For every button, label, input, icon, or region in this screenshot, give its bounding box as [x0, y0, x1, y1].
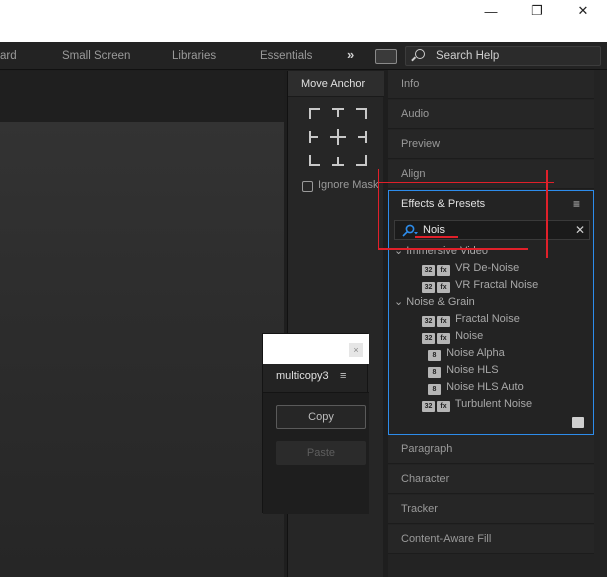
minimize-icon: — [484, 3, 498, 19]
copy-button[interactable]: Copy [276, 405, 366, 429]
clear-search-icon[interactable]: ✕ [575, 221, 585, 239]
move-anchor-title[interactable]: Move Anchor [288, 71, 384, 97]
bpc-32-icon: 32 [422, 316, 435, 327]
bpc-32-icon: 32 [422, 265, 435, 276]
fx-icon: fx [437, 282, 450, 293]
fx-icon: fx [437, 316, 450, 327]
panel-audio[interactable]: Audio [388, 100, 594, 129]
bpc-8-icon: 8 [428, 384, 441, 395]
fx-icon: fx [437, 265, 450, 276]
panel-paragraph[interactable]: Paragraph [388, 435, 594, 464]
effect-label: Noise HLS [446, 364, 499, 376]
effect-item[interactable]: 32 fx Fractal Noise [422, 311, 532, 328]
search-help-placeholder: Search Help [436, 50, 500, 62]
close-icon[interactable]: × [349, 343, 363, 357]
bpc-8-icon: 8 [428, 367, 441, 378]
close-window-button[interactable]: ✕ [560, 0, 606, 22]
bpc-32-icon: 32 [422, 333, 435, 344]
anchor-grid-icon[interactable] [308, 107, 368, 167]
effect-item[interactable]: 32 fx Turbulent Noise [422, 396, 532, 413]
bpc-32-icon: 32 [422, 282, 435, 293]
effect-label: Fractal Noise [455, 313, 520, 325]
panel-preview[interactable]: Preview [388, 130, 594, 159]
multicopy-body: Copy Paste [263, 392, 369, 514]
panel-info[interactable]: Info [388, 70, 594, 99]
paste-button[interactable]: Paste [276, 441, 366, 465]
effect-label: VR De-Noise [455, 262, 520, 274]
workspace-menu-icon[interactable] [375, 49, 397, 64]
close-icon: ✕ [577, 3, 589, 18]
bpc-8-icon: 8 [428, 350, 441, 361]
workspace-bar: ard Small Screen Libraries Essentials » … [0, 42, 607, 70]
ignore-mask-checkbox[interactable] [302, 181, 313, 192]
composition-header [0, 71, 284, 122]
effect-item[interactable]: 8 Noise Alpha [422, 345, 532, 362]
effect-item[interactable]: 8 Noise HLS Auto [422, 379, 532, 396]
fx-icon: fx [437, 333, 450, 344]
chevron-down-icon: ⌄ [394, 245, 407, 257]
composition-canvas[interactable] [0, 122, 284, 577]
annotation-line [378, 248, 528, 250]
bpc-32-icon: 32 [422, 401, 435, 412]
panel-menu-icon[interactable]: ≡ [573, 191, 580, 217]
right-panel-stack: Info Audio Preview Align Effects & Prese… [388, 70, 607, 577]
new-preset-icon[interactable] [572, 417, 584, 428]
tree-group-immersive-video[interactable]: ⌄ Immersive Video [394, 243, 488, 260]
effects-presets-panel: Effects & Presets ≡ Nois ✕ ⌄ Immersive V… [388, 190, 594, 435]
minimize-button[interactable]: — [468, 0, 514, 22]
search-help-input[interactable]: Search Help [405, 46, 601, 66]
composition-viewer[interactable] [0, 71, 284, 577]
multicopy-titlebar[interactable]: × [263, 334, 369, 364]
workspace-tab-small-screen[interactable]: Small Screen [62, 42, 130, 70]
effect-label: VR Fractal Noise [455, 279, 539, 291]
workspace-overflow-icon[interactable]: » [347, 42, 363, 70]
panel-character[interactable]: Character [388, 465, 594, 494]
panel-content-aware-fill[interactable]: Content-Aware Fill [388, 525, 594, 554]
effect-list-noise: 32 fx Fractal Noise 32 fx Noise 8 Noise Al… [422, 311, 532, 413]
restore-icon: ❐ [531, 3, 543, 18]
effects-presets-title[interactable]: Effects & Presets [389, 191, 593, 217]
panel-tracker[interactable]: Tracker [388, 495, 594, 524]
annotation-line [546, 170, 548, 258]
effect-label: Noise [455, 330, 484, 342]
annotation-line [378, 182, 554, 183]
multicopy-panel: × multicopy3 ≡ Copy Paste [262, 333, 369, 514]
workspace-tab-standard[interactable]: ard [0, 42, 17, 70]
effect-list-immersive: 32 fx VR De-Noise 32 fx VR Fractal Noise [422, 260, 538, 294]
tree-group-label: Noise & Grain [406, 296, 475, 308]
effect-item[interactable]: 32 fx Noise [422, 328, 532, 345]
effect-label: Noise HLS Auto [446, 381, 524, 393]
effect-item[interactable]: 8 Noise HLS [422, 362, 532, 379]
effect-label: Noise Alpha [446, 347, 505, 359]
annotation-underline [415, 236, 458, 238]
panel-menu-icon[interactable]: ≡ [340, 370, 346, 382]
effect-label: Turbulent Noise [454, 398, 533, 410]
tree-group-label: Immersive Video [406, 245, 488, 257]
multicopy-title[interactable]: multicopy3 [276, 370, 329, 382]
fx-icon: fx [437, 401, 450, 412]
workspace-tab-essentials[interactable]: Essentials [260, 42, 312, 70]
effect-item[interactable]: 32 fx VR Fractal Noise [422, 277, 538, 294]
annotation-line [378, 169, 379, 249]
search-icon [415, 49, 425, 59]
tree-group-noise-grain[interactable]: ⌄ Noise & Grain [394, 294, 475, 311]
restore-button[interactable]: ❐ [514, 0, 560, 22]
effect-item[interactable]: 32 fx VR De-Noise [422, 260, 538, 277]
ignore-mask-label: Ignore Mask [318, 179, 379, 191]
panel-align[interactable]: Align [388, 160, 594, 189]
title-bar: — ❐ ✕ [0, 0, 607, 42]
workspace-tab-libraries[interactable]: Libraries [172, 42, 216, 70]
chevron-down-icon: ⌄ [394, 296, 407, 308]
